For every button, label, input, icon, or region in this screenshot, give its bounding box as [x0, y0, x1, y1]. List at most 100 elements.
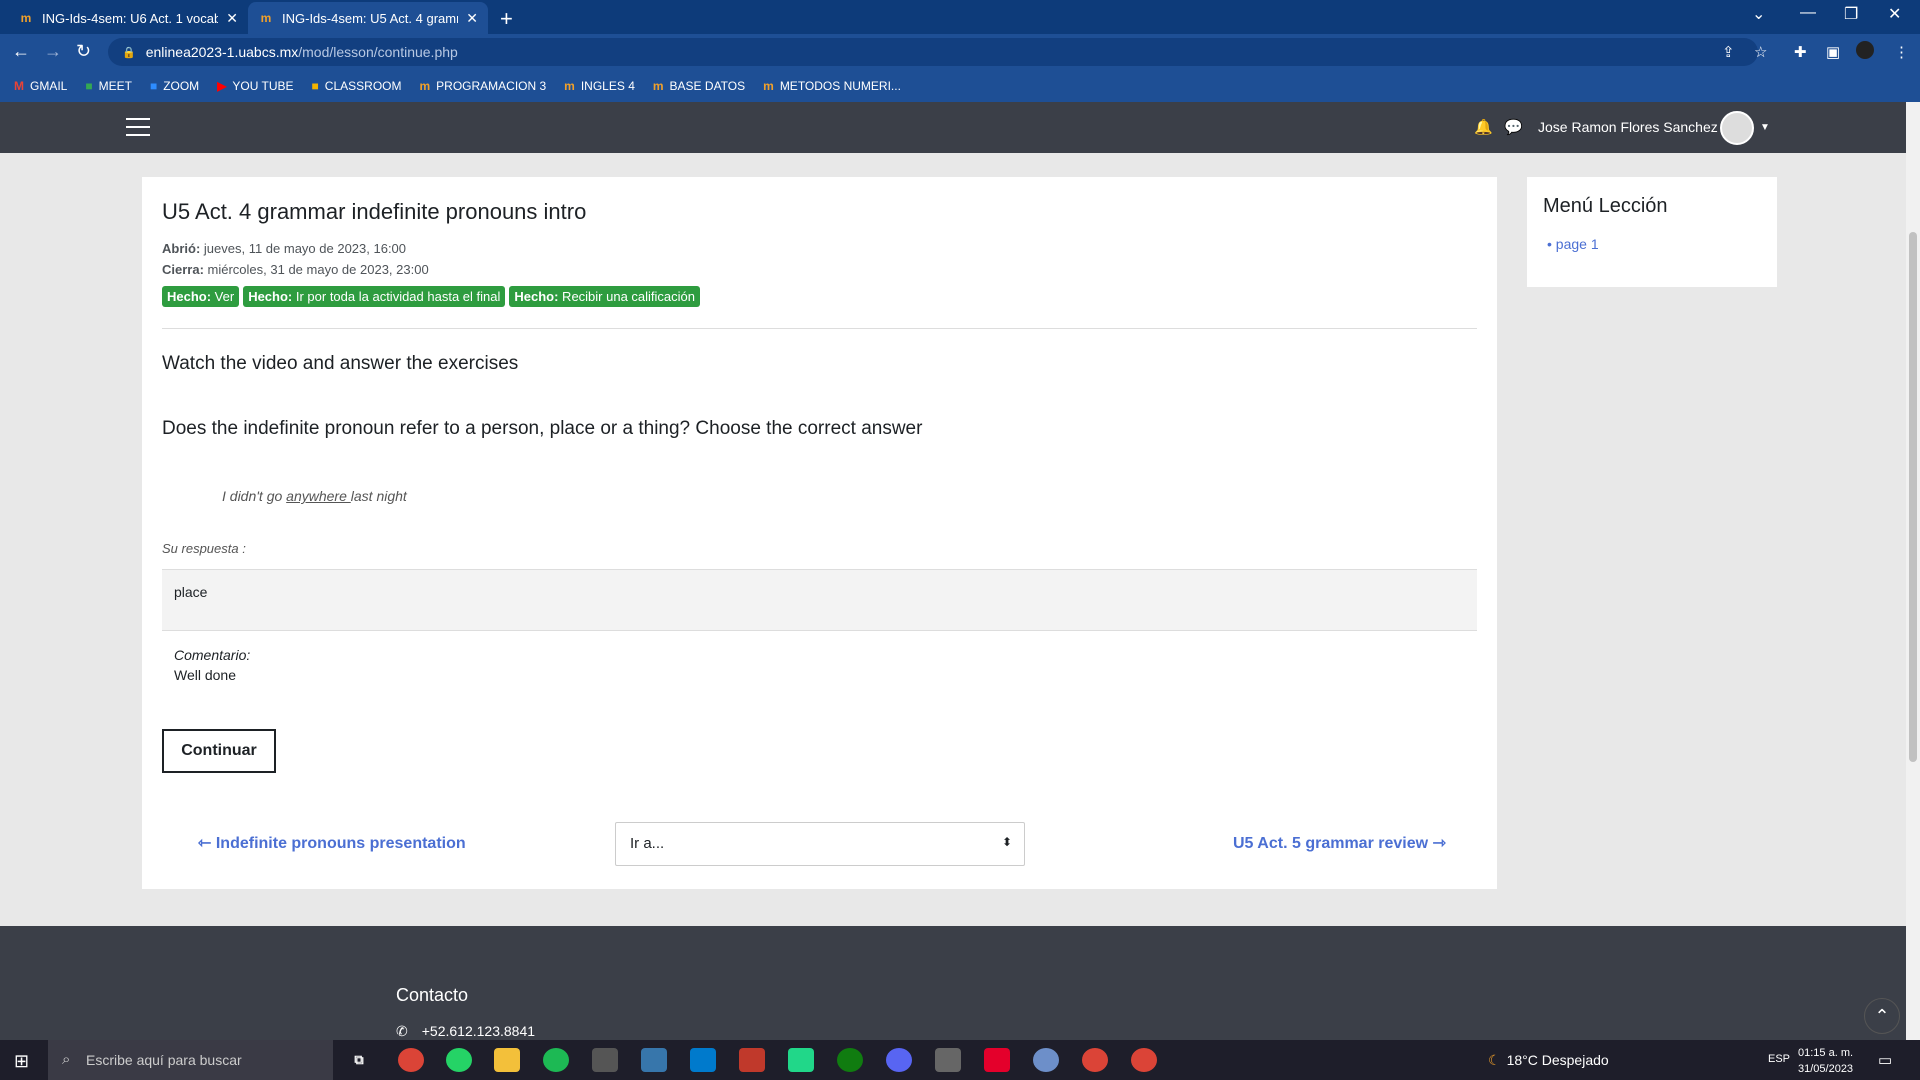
minimize-icon[interactable]: —: [1800, 4, 1816, 22]
forward-icon[interactable]: →: [44, 41, 62, 62]
hamburger-menu-icon[interactable]: [126, 118, 150, 136]
youtube-icon: ▶: [217, 79, 227, 93]
weather-widget[interactable]: ☾ 18°C Despejado: [1488, 1052, 1609, 1069]
restore-icon[interactable]: ❐: [1844, 4, 1858, 24]
clock[interactable]: 01:15 a. m. 31/05/2023: [1798, 1045, 1853, 1077]
sentence-part: I didn't go: [222, 488, 287, 504]
task-view-icon[interactable]: ⧉: [346, 1048, 372, 1072]
scrollbar-thumb[interactable]: [1909, 232, 1917, 762]
moodle-icon: m: [652, 79, 664, 93]
menu-kebab-icon[interactable]: ⋮: [1894, 43, 1909, 61]
whatsapp-icon[interactable]: [446, 1048, 472, 1072]
close-icon[interactable]: ✕: [226, 10, 238, 27]
close-icon[interactable]: ✕: [466, 10, 478, 27]
moodle-icon: m: [763, 79, 774, 93]
bookmark-programacion[interactable]: m PROGRAMACION 3: [419, 79, 546, 93]
meet-icon: ■: [85, 79, 93, 93]
back-icon[interactable]: ←: [12, 41, 30, 62]
pycharm-icon[interactable]: [788, 1048, 814, 1072]
badge-label: Hecho:: [514, 289, 559, 304]
bookmark-label: INGLES 4: [580, 79, 635, 93]
xbox-icon[interactable]: [837, 1048, 863, 1072]
new-tab-icon[interactable]: +: [500, 6, 513, 32]
vscode-icon[interactable]: [690, 1048, 716, 1072]
previous-activity-link[interactable]: ⇽ Indefinite pronouns presentation: [198, 833, 466, 853]
reload-icon[interactable]: ↻: [76, 41, 91, 62]
taskbar-search[interactable]: ⌕ Escribe aquí para buscar: [48, 1040, 333, 1080]
bookmark-label: GMAIL: [30, 79, 68, 93]
zoom-icon: ■: [149, 79, 158, 93]
side-panel-icon[interactable]: ▣: [1826, 43, 1840, 61]
profile-avatar[interactable]: [1856, 41, 1874, 59]
notification-center-icon[interactable]: ▭: [1878, 1051, 1892, 1069]
browser-tab[interactable]: m ING-Ids-4sem: U6 Act. 1 vocabul ✕: [8, 2, 248, 34]
chrome-icon[interactable]: [1082, 1048, 1108, 1072]
chrome-icon[interactable]: [1131, 1048, 1157, 1072]
browser-tab-active[interactable]: m ING-Ids-4sem: U5 Act. 4 gramma ✕: [248, 2, 488, 34]
instructions: Watch the video and answer the exercises: [162, 353, 519, 374]
bookmark-ingles[interactable]: m INGLES 4: [564, 79, 635, 93]
url-host: enlinea2023-1.uabcs.mx: [145, 44, 299, 60]
browser-tab-strip: m ING-Ids-4sem: U6 Act. 1 vocabul ✕ m IN…: [0, 0, 1920, 34]
spotify-icon[interactable]: [543, 1048, 569, 1072]
r-icon[interactable]: [1033, 1048, 1059, 1072]
bookmark-youtube[interactable]: ▶ YOU TUBE: [217, 79, 293, 93]
bookmark-classroom[interactable]: ■ CLASSROOM: [312, 79, 402, 93]
messages-icon[interactable]: 💬: [1504, 118, 1523, 136]
contact-title: Contacto: [396, 985, 469, 1005]
share-icon[interactable]: ⇪: [1722, 43, 1735, 61]
bookmark-base-datos[interactable]: m BASE DATOS: [653, 79, 745, 93]
status-badge: Hecho: Ver: [162, 286, 240, 307]
phone-icon: ✆: [396, 1023, 408, 1039]
answer-box: place: [162, 569, 1477, 631]
file-explorer-icon[interactable]: [494, 1048, 520, 1072]
bookmark-star-icon[interactable]: ☆: [1754, 43, 1767, 61]
python-icon[interactable]: [641, 1048, 667, 1072]
scroll-to-top-button[interactable]: ⌃: [1864, 998, 1900, 1034]
browser-toolbar: ← → ↻ 🔒 enlinea2023-1.uabcs.mx/mod/lesso…: [0, 34, 1920, 70]
opened-value: jueves, 11 de mayo de 2023, 16:00: [200, 241, 407, 256]
bookmark-metodos[interactable]: m METODOS NUMERI...: [763, 79, 901, 93]
page-title: U5 Act. 4 grammar indefinite pronouns in…: [162, 199, 587, 224]
jump-select-value: Ir a...: [630, 835, 665, 852]
divider: [162, 328, 1477, 329]
closes-label: Cierra:: [162, 262, 204, 277]
badge-label: Hecho:: [167, 289, 212, 304]
closes-date: Cierra: miércoles, 31 de mayo de 2023, 2…: [162, 262, 429, 277]
windows-start-icon[interactable]: ⊞: [14, 1051, 29, 1072]
app-icon[interactable]: [984, 1048, 1010, 1072]
page-scrollbar[interactable]: [1906, 102, 1920, 1040]
next-activity-link[interactable]: U5 Act. 5 grammar review ⇾: [1233, 833, 1446, 853]
bookmark-meet[interactable]: ■ MEET: [85, 79, 132, 93]
app-icon[interactable]: [935, 1048, 961, 1072]
tab-search-icon[interactable]: ⌄: [1752, 4, 1765, 24]
closes-value: miércoles, 31 de mayo de 2023, 23:00: [203, 262, 429, 277]
discord-icon[interactable]: [886, 1048, 912, 1072]
opened-label: Abrió:: [162, 241, 201, 256]
jump-to-select[interactable]: Ir a... ⬍: [615, 822, 1025, 866]
address-bar[interactable]: 🔒 enlinea2023-1.uabcs.mx/mod/lesson/cont…: [108, 38, 1758, 66]
lesson-menu-item[interactable]: • page 1: [1547, 236, 1599, 252]
user-name[interactable]: Jose Ramon Flores Sanchez: [1538, 119, 1718, 135]
notification-bell-icon[interactable]: 🔔: [1474, 118, 1493, 136]
chevron-down-icon[interactable]: ▼: [1760, 122, 1770, 133]
badge-text: Ver: [211, 289, 235, 304]
bookmark-zoom[interactable]: ■ ZOOM: [150, 79, 199, 93]
window-close-icon[interactable]: ✕: [1888, 4, 1901, 24]
badge-label: Hecho:: [248, 289, 293, 304]
extensions-icon[interactable]: ✚: [1794, 43, 1807, 61]
app-icon[interactable]: [739, 1048, 765, 1072]
bookmark-gmail[interactable]: M GMAIL: [14, 79, 67, 93]
lesson-menu-block: Menú Lección • page 1: [1527, 177, 1777, 287]
bookmarks-bar: M GMAIL ■ MEET ■ ZOOM ▶ YOU TUBE ■ CLASSROOM …: [0, 70, 1920, 102]
gmail-icon: M: [14, 79, 24, 93]
app-icon[interactable]: [592, 1048, 618, 1072]
avatar[interactable]: [1720, 111, 1754, 145]
chrome-icon[interactable]: [398, 1048, 424, 1072]
bookmark-label: CLASSROOM: [324, 79, 402, 93]
continue-button[interactable]: Continuar: [162, 729, 276, 773]
bookmark-label: METODOS NUMERI...: [779, 79, 901, 93]
site-footer: Contacto ✆ +52.612.123.8841: [0, 926, 1906, 1040]
highlighted-pronoun: anywhere: [286, 488, 351, 504]
language-indicator[interactable]: ESP: [1768, 1053, 1790, 1065]
